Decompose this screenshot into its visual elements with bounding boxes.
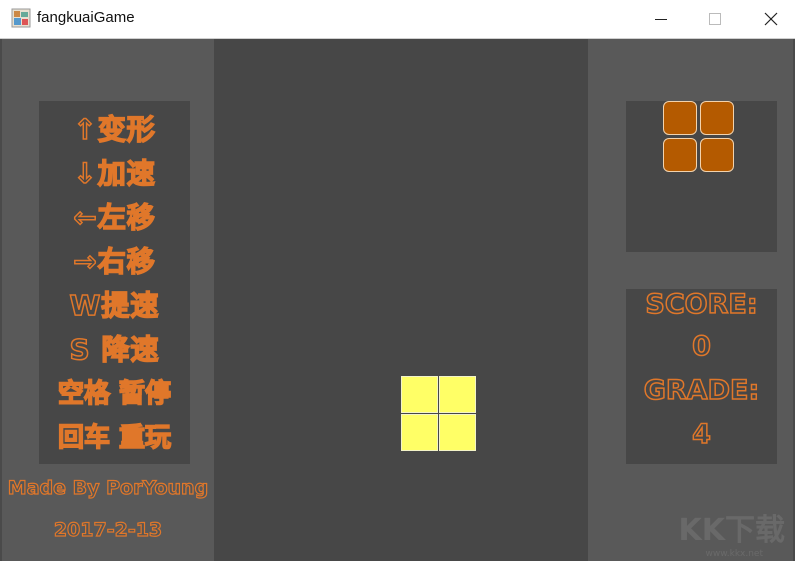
control-move-left: ←左移 [73,200,156,235]
current-piece-block [401,414,438,451]
left-panel: ↑变形 ↓加速 ←左移 →右移 W提速 S 降速 空格 暂停 回车 重玩 Mad… [2,39,214,561]
minimize-button[interactable] [632,0,690,38]
credit-date: 2017-2-13 [53,518,163,541]
current-piece-block [401,376,438,413]
next-piece-block [663,101,697,135]
score-panel: SCORE: 0 GRADE: 4 [626,288,777,464]
watermark-url: www.kkx.net [705,549,764,559]
control-move-right: →右移 [73,244,156,279]
control-rotate: ↑变形 [73,112,156,147]
next-piece-block [700,138,734,172]
close-icon [764,12,778,26]
maximize-icon [709,13,721,25]
author-credit: Made By PorYoung [7,476,209,499]
right-panel: SCORE: 0 GRADE: 4 [588,39,793,561]
current-piece [401,376,477,452]
control-enter-restart: 回车 重玩 [57,422,172,454]
current-piece-block [439,376,476,413]
maximize-button[interactable] [686,0,744,38]
game-board[interactable] [214,39,588,561]
minimize-icon [655,19,667,20]
control-speed-down: ↓加速 [73,156,156,191]
control-space-pause: 空格 暂停 [57,378,172,410]
grade-label: GRADE: [643,374,760,407]
watermark: KK下载 [678,513,786,548]
app-icon [11,8,31,28]
next-piece-block [663,138,697,172]
title-bar[interactable]: fangkuaiGame [0,0,795,39]
close-button[interactable] [742,0,795,38]
controls-help-panel: ↑变形 ↓加速 ←左移 →右移 W提速 S 降速 空格 暂停 回车 重玩 [39,101,190,464]
next-piece-preview [626,101,777,252]
window-title: fangkuaiGame [37,9,135,26]
control-w-speed-up: W提速 [69,288,160,323]
control-s-slow-down: S 降速 [69,332,160,367]
score-value: 0 [691,330,711,363]
score-label: SCORE: [645,288,759,321]
next-piece-block [700,101,734,135]
current-piece-block [439,414,476,451]
game-client-area[interactable]: ↑变形 ↓加速 ←左移 →右移 W提速 S 降速 空格 暂停 回车 重玩 Mad… [2,39,793,561]
grade-value: 4 [691,418,711,451]
